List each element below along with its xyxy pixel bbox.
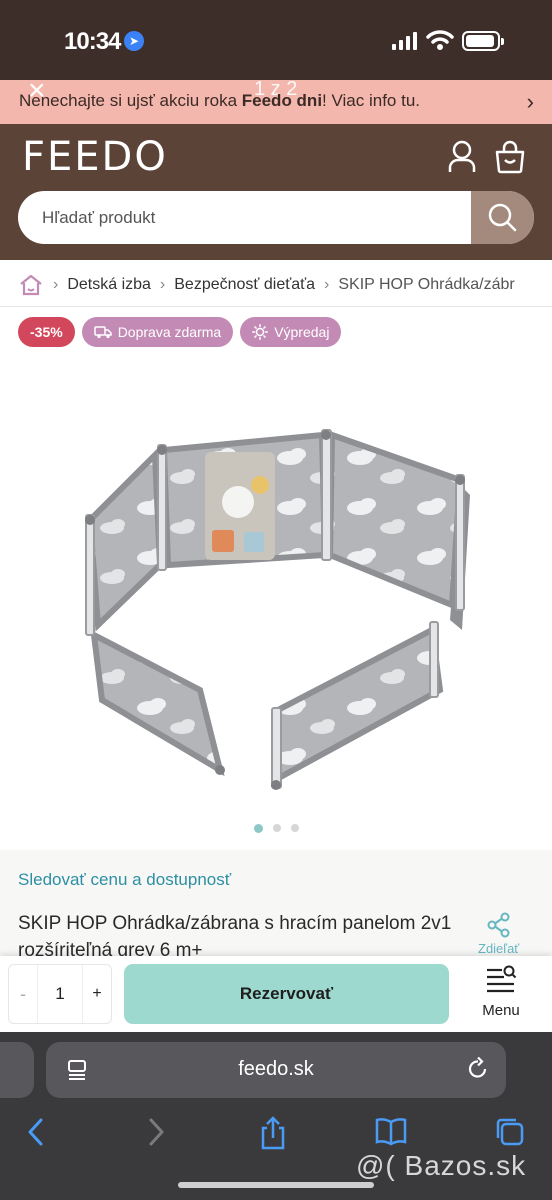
chevron-right-icon: › bbox=[324, 276, 330, 293]
chevron-right-icon: › bbox=[159, 276, 166, 293]
watermark: @( Bazos.sk bbox=[356, 1150, 527, 1181]
menu-button[interactable]: Menu bbox=[474, 964, 528, 1019]
search-bar bbox=[18, 191, 534, 244]
product-content: › Detská izba › Bezpečnosť dieťaťa › SKI… bbox=[0, 260, 552, 961]
user-icon[interactable] bbox=[448, 140, 476, 174]
search-input[interactable] bbox=[18, 191, 470, 244]
breadcrumb: › Detská izba › Bezpečnosť dieťaťa › SKI… bbox=[18, 272, 515, 298]
chevron-right-icon[interactable]: › bbox=[527, 89, 534, 115]
battery-icon bbox=[462, 31, 504, 51]
cellular-signal-icon bbox=[392, 32, 417, 50]
menu-icon bbox=[487, 965, 517, 993]
url-text: feedo.sk bbox=[238, 1058, 314, 1080]
menu-label: Menu bbox=[482, 1002, 520, 1019]
location-arrow-icon: ➤ bbox=[124, 31, 144, 51]
status-time: 10:34 bbox=[64, 28, 121, 55]
sale-badge: Výpredaj bbox=[240, 317, 342, 347]
quantity-decrease-button[interactable]: - bbox=[9, 984, 37, 1005]
divider bbox=[0, 306, 552, 307]
bookmarks-icon[interactable] bbox=[374, 1116, 408, 1146]
gallery-dot[interactable] bbox=[291, 824, 299, 832]
product-info: Sledovať cenu a dostupnosť SKIP HOP Ohrá… bbox=[0, 850, 552, 961]
browser-nav bbox=[0, 1110, 552, 1154]
shipping-badge-label: Doprava zdarma bbox=[117, 324, 222, 340]
breadcrumb-item[interactable]: Detská izba bbox=[67, 276, 151, 294]
tabs-icon[interactable] bbox=[494, 1116, 526, 1148]
truck-icon bbox=[93, 326, 112, 339]
shipping-badge: Doprava zdarma bbox=[81, 317, 234, 347]
search-icon bbox=[488, 203, 517, 232]
wifi-icon bbox=[426, 30, 454, 50]
share-label: Zdieľať bbox=[478, 941, 520, 956]
page: 10:34 ➤ × 1 z 2 Nenechajte si ujsť akciu… bbox=[0, 0, 552, 1200]
previous-tab[interactable] bbox=[0, 1042, 34, 1098]
gallery-dots bbox=[254, 824, 299, 833]
quantity-input[interactable]: 1 bbox=[37, 965, 83, 1023]
status-bar: 10:34 ➤ bbox=[0, 0, 552, 80]
sale-badge-label: Výpredaj bbox=[274, 324, 330, 340]
breadcrumb-item[interactable]: Bezpečnosť dieťaťa bbox=[174, 276, 315, 294]
promo-text: Nenechajte si ujsť akciu roka Feedo dni!… bbox=[19, 91, 421, 110]
product-image[interactable] bbox=[60, 390, 490, 810]
gallery-dot[interactable] bbox=[254, 824, 263, 833]
share-icon[interactable] bbox=[258, 1116, 288, 1150]
shopping-bag-icon[interactable] bbox=[494, 140, 526, 174]
address-bar[interactable]: feedo.sk bbox=[46, 1042, 506, 1098]
home-indicator[interactable] bbox=[178, 1182, 374, 1188]
feedo-logo[interactable]: FEEDO bbox=[22, 134, 168, 180]
back-icon[interactable] bbox=[24, 1116, 48, 1148]
reserve-button[interactable]: Rezervovať bbox=[124, 964, 449, 1024]
quantity-stepper: - 1 + bbox=[8, 964, 112, 1024]
chevron-right-icon: › bbox=[53, 276, 59, 293]
discount-badge: -35% bbox=[18, 317, 75, 347]
share-icon bbox=[487, 912, 510, 938]
gallery-dot[interactable] bbox=[273, 824, 281, 832]
quantity-increase-button[interactable]: + bbox=[83, 985, 111, 1003]
promo-banner[interactable]: × 1 z 2 Nenechajte si ujsť akciu roka Fe… bbox=[0, 74, 552, 124]
track-price-link[interactable]: Sledovať cenu a dostupnosť bbox=[18, 870, 231, 890]
home-icon[interactable] bbox=[18, 273, 44, 297]
breadcrumb-current: SKIP HOP Ohrádka/zábr bbox=[338, 276, 515, 293]
share-button[interactable]: Zdieľať bbox=[478, 912, 519, 956]
site-header: FEEDO bbox=[0, 124, 552, 260]
browser-toolbar: feedo.sk @(Bazos.sk bbox=[0, 1032, 552, 1200]
sun-icon bbox=[252, 324, 269, 340]
reload-icon[interactable] bbox=[466, 1056, 490, 1082]
forward-icon[interactable] bbox=[144, 1116, 168, 1148]
badge-row: -35% Doprava zdarma Výpredaj bbox=[18, 317, 342, 347]
purchase-bar: - 1 + Rezervovať Menu bbox=[0, 956, 552, 1032]
search-button[interactable] bbox=[471, 191, 534, 244]
